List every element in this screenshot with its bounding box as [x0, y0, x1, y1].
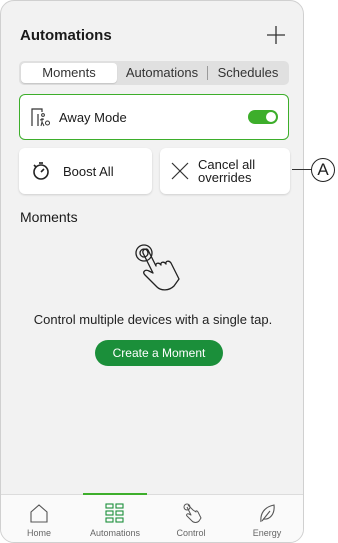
- tab-schedules[interactable]: Schedules: [208, 63, 288, 83]
- nav-item-control[interactable]: Control: [153, 495, 229, 542]
- tab-automations[interactable]: Automations: [117, 63, 207, 83]
- moments-description: Control multiple devices with a single t…: [33, 312, 273, 327]
- nav-label-home: Home: [26, 528, 51, 538]
- nav-label-automations: Automations: [89, 528, 141, 538]
- callout-leader-line: [292, 169, 312, 170]
- home-icon: [30, 504, 48, 523]
- nav-item-home[interactable]: Home: [1, 495, 77, 542]
- away-mode-card[interactable]: Away Mode: [19, 94, 289, 140]
- cancel-line-2: overrides: [198, 170, 252, 185]
- tab-moments[interactable]: Moments: [21, 63, 117, 83]
- bottom-nav: Home Automations Control Energy: [1, 493, 303, 542]
- create-moment-button[interactable]: Create a Moment: [95, 340, 223, 366]
- nav-item-energy[interactable]: Energy: [229, 495, 303, 542]
- hand-tap-icon: [135, 244, 180, 291]
- stopwatch-icon: [33, 162, 49, 180]
- segmented-control: Moments Automations Schedules: [19, 61, 289, 85]
- callout-label: A: [311, 158, 335, 182]
- leaf-icon: [260, 504, 275, 523]
- moments-section-title: Moments: [20, 209, 78, 225]
- phone-frame: Automations Moments Automations Schedule…: [0, 0, 304, 543]
- nav-label-control: Control: [176, 528, 206, 538]
- away-mode-icon: [31, 108, 50, 127]
- cancel-overrides-label: Cancel all overrides: [198, 158, 255, 184]
- hand-icon: [183, 503, 202, 523]
- cancel-overrides-button[interactable]: Cancel all overrides: [160, 148, 290, 194]
- add-icon[interactable]: [265, 24, 287, 46]
- grid-icon: [105, 503, 124, 523]
- away-mode-toggle[interactable]: [248, 110, 278, 124]
- nav-label-energy: Energy: [252, 528, 282, 538]
- boost-all-button[interactable]: Boost All: [19, 148, 152, 194]
- away-mode-label: Away Mode: [59, 109, 127, 125]
- close-icon: [171, 162, 189, 180]
- nav-item-automations[interactable]: Automations: [77, 493, 153, 542]
- page-title: Automations: [20, 27, 112, 44]
- boost-all-label: Boost All: [63, 163, 114, 179]
